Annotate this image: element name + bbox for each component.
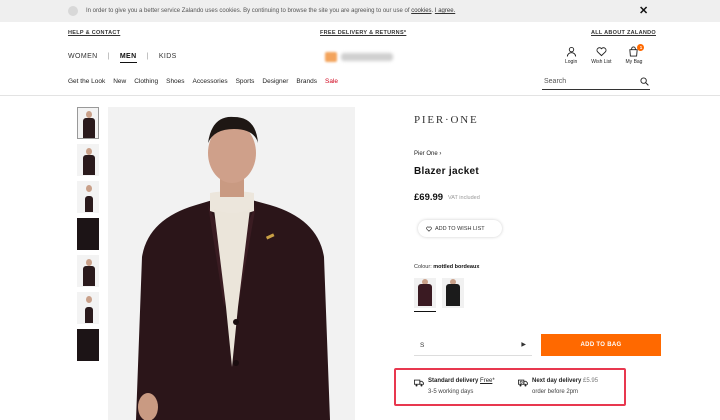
nav-women[interactable]: WOMEN <box>68 53 98 63</box>
divider: | <box>107 53 110 60</box>
search-placeholder: Search <box>544 78 567 85</box>
thumbnail[interactable] <box>77 107 99 139</box>
add-to-wishlist-button[interactable]: ADD TO WISH LIST <box>418 220 502 237</box>
brand-logo[interactable]: PIER·ONE <box>414 114 479 126</box>
thumbnail-list <box>77 107 99 361</box>
caret-right-icon: ▶ <box>521 342 526 348</box>
next-day-title: Next day delivery <box>532 378 582 384</box>
product-title: Blazer jacket <box>414 166 480 177</box>
search-icon[interactable] <box>640 77 649 86</box>
fast-truck-icon <box>518 379 528 387</box>
footnote-mark: * <box>492 378 495 384</box>
category-nav: Get the Look New Clothing Shoes Accessor… <box>68 78 338 85</box>
product-page: In order to give you a better service Za… <box>0 0 720 420</box>
add-to-bag-label: ADD TO BAG <box>580 342 622 348</box>
agree-link[interactable]: I agree. <box>435 8 455 14</box>
next-day-fee: £5.95 <box>583 378 599 384</box>
delivery-info-box: Standard delivery Free* 3-5 working days… <box>394 368 626 406</box>
cat-sale[interactable]: Sale <box>325 78 338 85</box>
divider <box>0 95 720 96</box>
colour-swatches <box>414 278 464 312</box>
logo-mark <box>325 52 337 62</box>
next-day-note: order before 2pm <box>532 389 579 395</box>
wishlist-button[interactable]: Wish List <box>591 46 612 65</box>
login-button[interactable]: Login <box>565 46 577 65</box>
divider: | <box>146 53 149 60</box>
search-input[interactable]: Search <box>542 76 650 90</box>
nav-men[interactable]: MEN <box>119 53 137 63</box>
utility-bar: HELP & CONTACT FREE DELIVERY & RETURNS* … <box>0 26 720 42</box>
cat-designer[interactable]: Designer <box>262 78 288 85</box>
colour-info: Colour: mottled bordeaux <box>414 264 479 270</box>
brand-link-label: Pier One <box>414 151 438 157</box>
bag-button[interactable]: 1 My Bag <box>625 44 645 65</box>
colour-label: Colour: <box>414 264 432 270</box>
nav-kids[interactable]: KIDS <box>159 53 177 63</box>
cookie-bar: In order to give you a better service Za… <box>0 0 720 22</box>
user-icon <box>566 47 576 57</box>
colour-swatch[interactable] <box>414 278 436 312</box>
cat-new[interactable]: New <box>113 78 126 85</box>
close-icon[interactable]: ✕ <box>639 4 648 17</box>
gender-nav: WOMEN | MEN | KIDS <box>68 53 177 63</box>
heart-icon <box>426 226 432 232</box>
account-icons: Login Wish List 1 My Bag <box>565 44 645 65</box>
bag-label: My Bag <box>625 59 643 65</box>
cat-accessories[interactable]: Accessories <box>193 78 228 85</box>
cat-get-the-look[interactable]: Get the Look <box>68 78 105 85</box>
heart-icon <box>596 47 607 57</box>
thumbnail[interactable] <box>77 218 99 250</box>
model-illustration <box>108 107 355 420</box>
login-label: Login <box>565 59 578 65</box>
product-price: £69.99 <box>414 192 444 203</box>
chevron-right-icon: › <box>439 151 442 157</box>
cat-clothing[interactable]: Clothing <box>134 78 158 85</box>
truck-icon <box>414 379 424 387</box>
cookie-icon <box>68 6 78 16</box>
help-contact-link[interactable]: HELP & CONTACT <box>68 30 120 36</box>
site-logo[interactable] <box>325 51 397 63</box>
bag-count-badge: 1 <box>637 44 645 51</box>
add-to-bag-button[interactable]: ADD TO BAG <box>541 334 661 356</box>
product-image[interactable] <box>108 107 355 420</box>
wishlist-label: Wish List <box>591 59 612 65</box>
standard-delivery-title: Standard delivery <box>428 378 479 384</box>
cat-sports[interactable]: Sports <box>236 78 255 85</box>
logo-wordmark <box>341 53 393 61</box>
standard-delivery-free[interactable]: Free <box>480 378 492 384</box>
cat-brands[interactable]: Brands <box>296 78 317 85</box>
thumbnail[interactable] <box>77 255 99 287</box>
size-select[interactable]: S ▶ <box>414 334 532 356</box>
thumbnail[interactable] <box>77 292 99 324</box>
standard-delivery-days: 3-5 working days <box>428 389 474 395</box>
cat-shoes[interactable]: Shoes <box>166 78 184 85</box>
thumbnail[interactable] <box>77 329 99 361</box>
cookie-text: In order to give you a better service Za… <box>86 8 456 14</box>
brand-link[interactable]: Pier One › <box>414 151 441 157</box>
colour-swatch[interactable] <box>442 278 464 308</box>
colour-value: mottled bordeaux <box>433 264 480 270</box>
thumbnail[interactable] <box>77 181 99 213</box>
about-zalando-link[interactable]: ALL ABOUT ZALANDO <box>591 30 656 36</box>
wishlist-button-label: ADD TO WISH LIST <box>435 225 485 232</box>
cookies-link[interactable]: cookies <box>411 8 431 14</box>
size-value: S <box>420 342 425 349</box>
free-delivery-link[interactable]: FREE DELIVERY & RETURNS* <box>320 30 406 36</box>
vat-note: VAT included <box>448 195 480 201</box>
thumbnail[interactable] <box>77 144 99 176</box>
